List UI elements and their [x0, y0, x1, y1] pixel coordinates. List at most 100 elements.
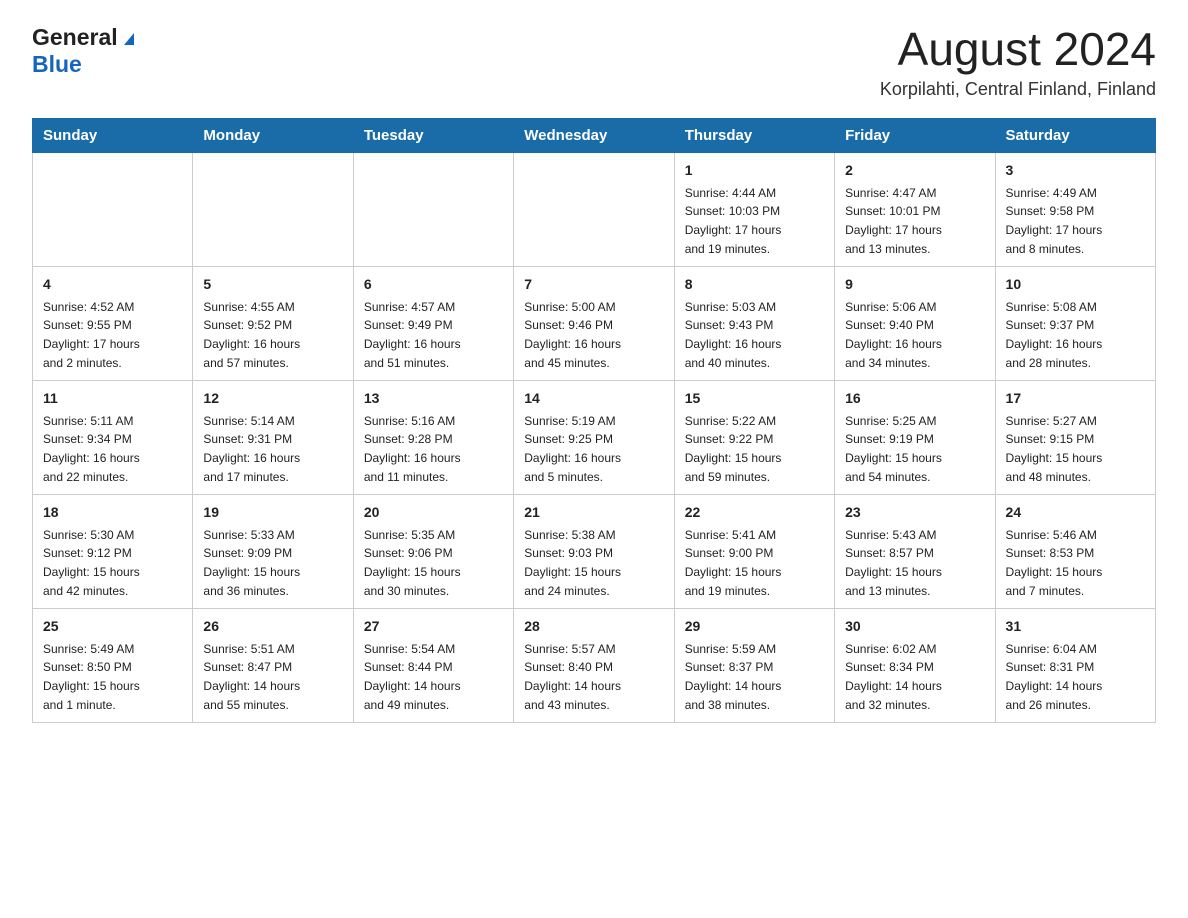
logo-triangle-icon	[120, 29, 138, 47]
day-number: 1	[685, 160, 824, 181]
page-header: General Blue August 2024 Korpilahti, Cen…	[32, 24, 1156, 100]
calendar-cell: 30Sunrise: 6:02 AM Sunset: 8:34 PM Dayli…	[835, 608, 995, 722]
logo-blue-text: Blue	[32, 51, 82, 77]
calendar-cell: 2 Sunrise: 4:47 AM Sunset: 10:01 PM Dayli…	[835, 152, 995, 266]
calendar-cell: 19 Sunrise: 5:33 AM Sunset: 9:09 PM Dayli…	[193, 494, 353, 608]
day-info: Sunrise: 4:52 AM Sunset: 9:55 PM Dayligh…	[43, 300, 140, 370]
day-info: Sunrise: 4:55 AM Sunset: 9:52 PM Dayligh…	[203, 300, 300, 370]
calendar-cell: 26 Sunrise: 5:51 AM Sunset: 8:47 PM Dayli…	[193, 608, 353, 722]
calendar-week-row: 4 Sunrise: 4:52 AM Sunset: 9:55 PM Daylig…	[33, 266, 1156, 380]
calendar-cell: 25Sunrise: 5:49 AM Sunset: 8:50 PM Dayli…	[33, 608, 193, 722]
calendar-cell: 12 Sunrise: 5:14 AM Sunset: 9:31 PM Dayli…	[193, 380, 353, 494]
calendar-week-row: 1 Sunrise: 4:44 AM Sunset: 10:03 PM Dayli…	[33, 152, 1156, 266]
weekday-header-friday: Friday	[835, 118, 995, 152]
logo-general-text: General	[32, 24, 118, 51]
calendar-cell: 20 Sunrise: 5:35 AM Sunset: 9:06 PM Dayli…	[353, 494, 513, 608]
day-info: Sunrise: 5:35 AM Sunset: 9:06 PM Dayligh…	[364, 528, 461, 598]
weekday-header-saturday: Saturday	[995, 118, 1155, 152]
calendar-cell: 10Sunrise: 5:08 AM Sunset: 9:37 PM Dayli…	[995, 266, 1155, 380]
day-info: Sunrise: 5:43 AM Sunset: 8:57 PM Dayligh…	[845, 528, 942, 598]
day-info: Sunrise: 5:57 AM Sunset: 8:40 PM Dayligh…	[524, 642, 621, 712]
day-number: 23	[845, 502, 984, 523]
day-info: Sunrise: 4:49 AM Sunset: 9:58 PM Dayligh…	[1006, 186, 1103, 256]
day-number: 28	[524, 616, 663, 637]
day-info: Sunrise: 5:11 AM Sunset: 9:34 PM Dayligh…	[43, 414, 140, 484]
day-info: Sunrise: 5:14 AM Sunset: 9:31 PM Dayligh…	[203, 414, 300, 484]
day-number: 24	[1006, 502, 1145, 523]
day-number: 13	[364, 388, 503, 409]
calendar-cell: 1 Sunrise: 4:44 AM Sunset: 10:03 PM Dayli…	[674, 152, 834, 266]
day-number: 7	[524, 274, 663, 295]
day-number: 15	[685, 388, 824, 409]
calendar-cell: 18 Sunrise: 5:30 AM Sunset: 9:12 PM Dayli…	[33, 494, 193, 608]
day-info: Sunrise: 5:16 AM Sunset: 9:28 PM Dayligh…	[364, 414, 461, 484]
day-info: Sunrise: 5:54 AM Sunset: 8:44 PM Dayligh…	[364, 642, 461, 712]
day-number: 16	[845, 388, 984, 409]
day-number: 27	[364, 616, 503, 637]
day-number: 2	[845, 160, 984, 181]
day-number: 19	[203, 502, 342, 523]
day-info: Sunrise: 5:25 AM Sunset: 9:19 PM Dayligh…	[845, 414, 942, 484]
calendar-cell: 24 Sunrise: 5:46 AM Sunset: 8:53 PM Dayli…	[995, 494, 1155, 608]
calendar-week-row: 25Sunrise: 5:49 AM Sunset: 8:50 PM Dayli…	[33, 608, 1156, 722]
day-info: Sunrise: 5:33 AM Sunset: 9:09 PM Dayligh…	[203, 528, 300, 598]
calendar-cell	[33, 152, 193, 266]
location-subtitle: Korpilahti, Central Finland, Finland	[880, 79, 1156, 100]
title-block: August 2024 Korpilahti, Central Finland,…	[880, 24, 1156, 100]
calendar-cell: 8 Sunrise: 5:03 AM Sunset: 9:43 PM Daylig…	[674, 266, 834, 380]
day-info: Sunrise: 5:03 AM Sunset: 9:43 PM Dayligh…	[685, 300, 782, 370]
calendar-cell: 6 Sunrise: 4:57 AM Sunset: 9:49 PM Daylig…	[353, 266, 513, 380]
day-number: 30	[845, 616, 984, 637]
day-info: Sunrise: 5:59 AM Sunset: 8:37 PM Dayligh…	[685, 642, 782, 712]
day-number: 20	[364, 502, 503, 523]
calendar-cell: 11 Sunrise: 5:11 AM Sunset: 9:34 PM Dayli…	[33, 380, 193, 494]
day-info: Sunrise: 5:46 AM Sunset: 8:53 PM Dayligh…	[1006, 528, 1103, 598]
day-info: Sunrise: 5:41 AM Sunset: 9:00 PM Dayligh…	[685, 528, 782, 598]
calendar-cell: 7 Sunrise: 5:00 AM Sunset: 9:46 PM Daylig…	[514, 266, 674, 380]
weekday-header-wednesday: Wednesday	[514, 118, 674, 152]
calendar-table: SundayMondayTuesdayWednesdayThursdayFrid…	[32, 118, 1156, 723]
day-number: 17	[1006, 388, 1145, 409]
day-info: Sunrise: 5:38 AM Sunset: 9:03 PM Dayligh…	[524, 528, 621, 598]
calendar-cell: 5Sunrise: 4:55 AM Sunset: 9:52 PM Daylig…	[193, 266, 353, 380]
day-info: Sunrise: 4:57 AM Sunset: 9:49 PM Dayligh…	[364, 300, 461, 370]
weekday-header-thursday: Thursday	[674, 118, 834, 152]
calendar-week-row: 11 Sunrise: 5:11 AM Sunset: 9:34 PM Dayli…	[33, 380, 1156, 494]
calendar-cell: 9 Sunrise: 5:06 AM Sunset: 9:40 PM Daylig…	[835, 266, 995, 380]
day-info: Sunrise: 5:30 AM Sunset: 9:12 PM Dayligh…	[43, 528, 140, 598]
day-number: 14	[524, 388, 663, 409]
day-info: Sunrise: 5:00 AM Sunset: 9:46 PM Dayligh…	[524, 300, 621, 370]
day-number: 12	[203, 388, 342, 409]
day-number: 8	[685, 274, 824, 295]
logo: General Blue	[32, 24, 138, 78]
day-info: Sunrise: 5:22 AM Sunset: 9:22 PM Dayligh…	[685, 414, 782, 484]
calendar-header-row: SundayMondayTuesdayWednesdayThursdayFrid…	[33, 118, 1156, 152]
weekday-header-tuesday: Tuesday	[353, 118, 513, 152]
calendar-cell: 13 Sunrise: 5:16 AM Sunset: 9:28 PM Dayli…	[353, 380, 513, 494]
day-number: 10	[1006, 274, 1145, 295]
day-number: 6	[364, 274, 503, 295]
day-info: Sunrise: 5:49 AM Sunset: 8:50 PM Dayligh…	[43, 642, 140, 712]
calendar-cell: 15 Sunrise: 5:22 AM Sunset: 9:22 PM Dayli…	[674, 380, 834, 494]
day-info: Sunrise: 5:51 AM Sunset: 8:47 PM Dayligh…	[203, 642, 300, 712]
day-number: 9	[845, 274, 984, 295]
day-info: Sunrise: 5:27 AM Sunset: 9:15 PM Dayligh…	[1006, 414, 1103, 484]
day-number: 3	[1006, 160, 1145, 181]
calendar-cell	[193, 152, 353, 266]
calendar-cell: 22 Sunrise: 5:41 AM Sunset: 9:00 PM Dayli…	[674, 494, 834, 608]
day-number: 11	[43, 388, 182, 409]
calendar-cell: 23 Sunrise: 5:43 AM Sunset: 8:57 PM Dayli…	[835, 494, 995, 608]
day-number: 31	[1006, 616, 1145, 637]
day-number: 21	[524, 502, 663, 523]
calendar-week-row: 18 Sunrise: 5:30 AM Sunset: 9:12 PM Dayli…	[33, 494, 1156, 608]
day-number: 29	[685, 616, 824, 637]
day-info: Sunrise: 4:47 AM Sunset: 10:01 PM Daylig…	[845, 186, 942, 256]
day-number: 22	[685, 502, 824, 523]
day-info: Sunrise: 4:44 AM Sunset: 10:03 PM Daylig…	[685, 186, 782, 256]
day-number: 18	[43, 502, 182, 523]
calendar-cell: 14Sunrise: 5:19 AM Sunset: 9:25 PM Dayli…	[514, 380, 674, 494]
day-number: 4	[43, 274, 182, 295]
day-number: 26	[203, 616, 342, 637]
calendar-cell: 16 Sunrise: 5:25 AM Sunset: 9:19 PM Dayli…	[835, 380, 995, 494]
day-info: Sunrise: 5:06 AM Sunset: 9:40 PM Dayligh…	[845, 300, 942, 370]
